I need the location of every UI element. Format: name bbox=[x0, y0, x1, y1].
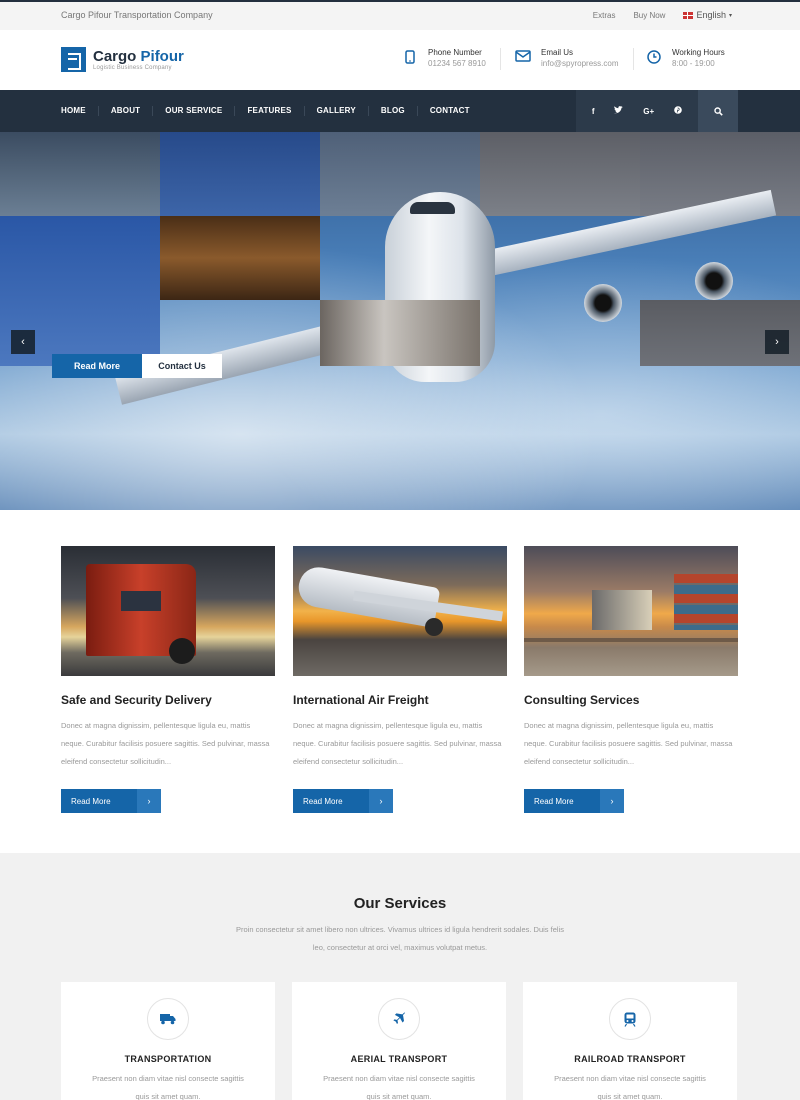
feature-card: International Air Freight Donec at magna… bbox=[293, 546, 507, 813]
service-text: Praesent non diam vitae nisl consecte sa… bbox=[554, 1074, 706, 1100]
language-label: English bbox=[696, 10, 726, 20]
email-value[interactable]: info@spyropress.com bbox=[541, 58, 618, 69]
feature-title: Safe and Security Delivery bbox=[61, 693, 212, 707]
facebook-icon[interactable]: f bbox=[592, 107, 595, 116]
feature-text: Donec at magna dignissim, pellentesque l… bbox=[524, 721, 733, 766]
airplane-photo bbox=[293, 546, 507, 676]
service-text: Praesent non diam vitae nisl consecte sa… bbox=[92, 1074, 244, 1100]
read-more-button[interactable]: Read More › bbox=[524, 789, 624, 813]
truck-photo bbox=[61, 546, 275, 676]
nav-item-home[interactable]: HOME bbox=[61, 106, 99, 116]
feature-card: Safe and Security Delivery Donec at magn… bbox=[61, 546, 275, 813]
pinterest-icon[interactable] bbox=[674, 106, 682, 116]
section-title: Our Services bbox=[353, 895, 447, 912]
slide-tile bbox=[160, 216, 320, 300]
feature-text: Donec at magna dignissim, pellentesque l… bbox=[61, 721, 270, 766]
read-more-button[interactable]: Read More › bbox=[293, 789, 393, 813]
nav-item-contact[interactable]: CONTACT bbox=[430, 106, 482, 116]
slide-tile bbox=[160, 132, 320, 216]
envelope-icon bbox=[515, 50, 531, 66]
phone-icon bbox=[402, 50, 418, 66]
nav-item-features[interactable]: FEATURES bbox=[247, 106, 305, 116]
nav-item-blog[interactable]: BLOG bbox=[381, 106, 418, 116]
train-photo bbox=[524, 546, 738, 676]
social-links: f G+ bbox=[576, 90, 698, 132]
search-icon bbox=[713, 106, 723, 116]
hours-info: Working Hours 8:00 - 19:00 bbox=[646, 47, 725, 69]
slide-tile bbox=[480, 132, 640, 216]
service-text: Praesent non diam vitae nisl consecte sa… bbox=[323, 1074, 475, 1100]
nav-item-about[interactable]: ABOUT bbox=[111, 106, 154, 116]
service-title: AERIAL TRANSPORT bbox=[350, 1054, 448, 1064]
phone-info: Phone Number 01234 567 8910 bbox=[402, 47, 486, 69]
slider-next-button[interactable]: › bbox=[765, 330, 789, 354]
email-label: Email Us bbox=[541, 48, 574, 57]
divider bbox=[500, 48, 501, 70]
twitter-icon[interactable] bbox=[614, 106, 624, 116]
hero-read-more-button[interactable]: Read More bbox=[52, 354, 142, 378]
slide-tile bbox=[0, 132, 160, 216]
slider-prev-button[interactable]: ‹ bbox=[11, 330, 35, 354]
truck-icon bbox=[147, 998, 189, 1040]
buy-now-link[interactable]: Buy Now bbox=[633, 11, 665, 20]
hours-label: Working Hours bbox=[672, 48, 725, 57]
logo-name: Cargo Pifour bbox=[93, 47, 184, 65]
section-intro: Proin consectetur sit amet libero non ul… bbox=[236, 925, 564, 952]
read-more-button[interactable]: Read More › bbox=[61, 789, 161, 813]
site-header: Cargo Pifour Logistic Business Company P… bbox=[0, 30, 800, 90]
extras-link[interactable]: Extras bbox=[593, 11, 616, 20]
main-nav: HOME ABOUT OUR SERVICE FEATURES GALLERY … bbox=[0, 90, 800, 132]
feature-title: International Air Freight bbox=[293, 693, 429, 707]
feature-card: Consulting Services Donec at magna digni… bbox=[524, 546, 738, 813]
logo-subtitle: Logistic Business Company bbox=[93, 64, 172, 71]
clock-icon bbox=[646, 50, 662, 66]
nav-item-gallery[interactable]: GALLERY bbox=[317, 106, 369, 116]
top-links: Extras Buy Now English ▾ bbox=[593, 10, 732, 20]
google-plus-icon[interactable]: G+ bbox=[643, 107, 654, 116]
uk-flag-icon bbox=[683, 11, 694, 19]
chevron-right-icon: › bbox=[137, 789, 161, 813]
chevron-right-icon: › bbox=[775, 336, 779, 348]
nav-item-our-service[interactable]: OUR SERVICE bbox=[165, 106, 236, 116]
hours-value: 8:00 - 19:00 bbox=[672, 59, 715, 68]
site-logo[interactable]: Cargo Pifour Logistic Business Company bbox=[61, 47, 184, 72]
logo-mark-icon bbox=[61, 47, 86, 72]
hero-contact-button[interactable]: Contact Us bbox=[142, 354, 222, 378]
our-services-section: Our Services Proin consectetur sit amet … bbox=[0, 853, 800, 1100]
language-selector[interactable]: English ▾ bbox=[683, 10, 732, 20]
top-bar: Cargo Pifour Transportation Company Extr… bbox=[0, 0, 800, 30]
service-title: TRANSPORTATION bbox=[124, 1054, 212, 1064]
service-card: RAILROAD TRANSPORT Praesent non diam vit… bbox=[523, 982, 737, 1100]
plane-cockpit bbox=[410, 202, 455, 214]
chevron-right-icon: › bbox=[369, 789, 393, 813]
truck-image bbox=[320, 300, 480, 366]
hero-slider: Read More Contact Us ‹ › bbox=[0, 132, 800, 510]
plane-icon bbox=[378, 998, 420, 1040]
chevron-left-icon: ‹ bbox=[21, 336, 25, 348]
service-card: AERIAL TRANSPORT Praesent non diam vitae… bbox=[292, 982, 506, 1100]
train-icon bbox=[609, 998, 651, 1040]
search-button[interactable] bbox=[698, 90, 738, 132]
service-card: TRANSPORTATION Praesent non diam vitae n… bbox=[61, 982, 275, 1100]
phone-label: Phone Number bbox=[428, 48, 482, 57]
service-title: RAILROAD TRANSPORT bbox=[574, 1054, 686, 1064]
company-tagline: Cargo Pifour Transportation Company bbox=[61, 10, 213, 20]
email-info: Email Us info@spyropress.com bbox=[515, 47, 618, 69]
engine bbox=[695, 262, 733, 300]
divider bbox=[633, 48, 634, 70]
feature-title: Consulting Services bbox=[524, 693, 640, 707]
engine bbox=[584, 284, 622, 322]
chevron-right-icon: › bbox=[600, 789, 624, 813]
phone-value: 01234 567 8910 bbox=[428, 59, 486, 68]
feature-text: Donec at magna dignissim, pellentesque l… bbox=[293, 721, 502, 766]
caret-down-icon: ▾ bbox=[728, 12, 732, 19]
